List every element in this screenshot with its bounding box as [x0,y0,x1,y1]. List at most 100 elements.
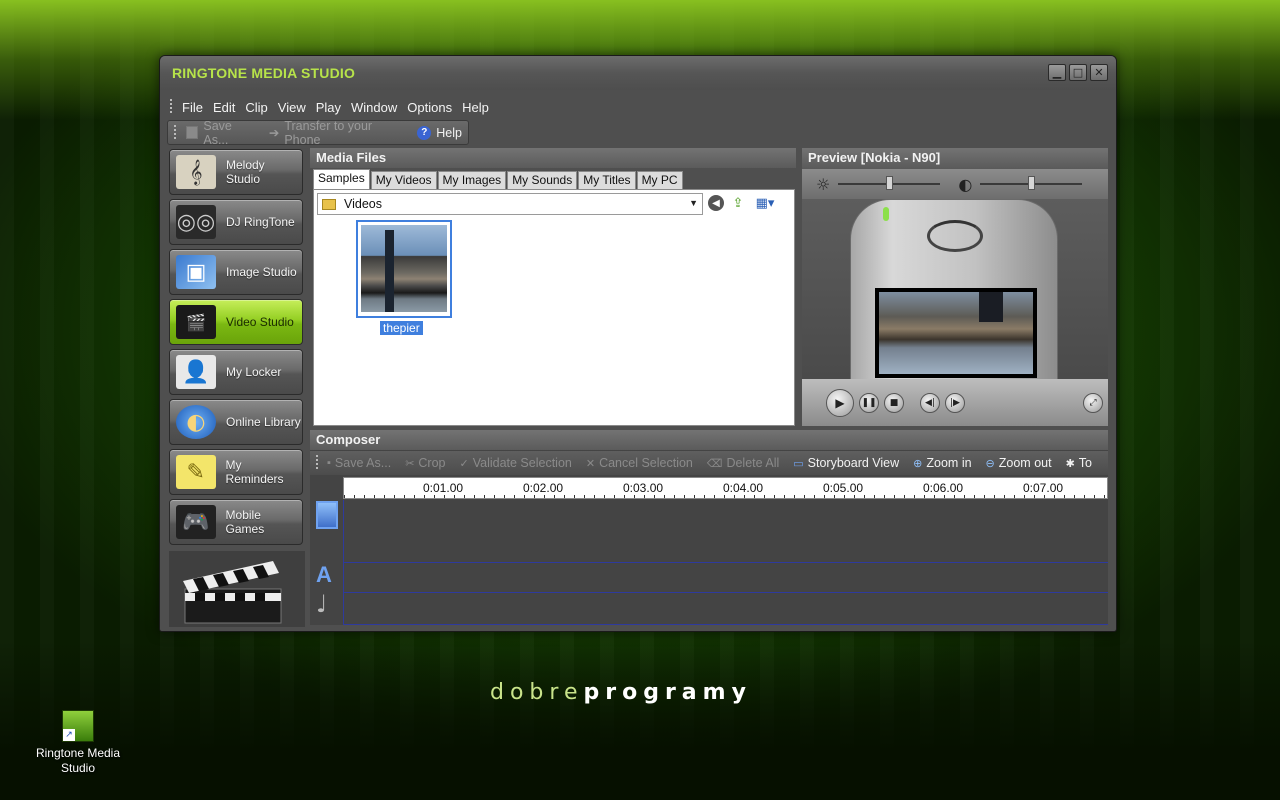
save-as-label: Save As... [203,118,232,147]
text-track[interactable] [343,592,1108,593]
sidebar-item-label: My Locker [226,365,282,379]
folder-dropdown[interactable]: Videos ▼ [317,193,703,215]
cancel-selection-button[interactable]: ✕ Cancel Selection [579,456,700,470]
tab-my-images[interactable]: My Images [437,171,507,189]
next-button[interactable]: |▶ [945,392,965,413]
pause-button[interactable]: ❚❚ [859,392,879,413]
logo-bold: programy [583,680,752,705]
phone-screen [875,288,1037,378]
delete-all-button[interactable]: ⌫ Delete All [700,456,786,470]
help-button[interactable]: ? Help [411,125,468,140]
menu-clip[interactable]: Clip [241,100,273,115]
sidebar-item-video-studio[interactable]: 🎬 Video Studio [169,299,303,345]
sidebar-item-my-locker[interactable]: 👤 My Locker [169,349,303,395]
tab-my-titles[interactable]: My Titles [578,171,636,189]
validate-selection-button[interactable]: ✓ Validate Selection [453,456,579,470]
menu-file[interactable]: File [178,100,209,115]
minimize-button[interactable]: ▁ [1048,64,1066,81]
sidebar-item-image-studio[interactable]: ▣ Image Studio [169,249,303,295]
file-thumbnail-thepier[interactable] [356,220,452,318]
view-mode-icon[interactable]: ▦▾ [752,195,778,211]
tab-my-pc[interactable]: My PC [636,171,683,189]
crop-button[interactable]: ✂ Crop [398,456,452,470]
clapperboard-icon [183,561,282,624]
menu-options[interactable]: Options [403,100,458,115]
folder-up-icon[interactable]: ⇪ [730,195,746,211]
maximize-button[interactable]: □ [1069,64,1087,81]
validate-selection-label: Validate Selection [472,456,572,470]
menu-help[interactable]: Help [458,100,495,115]
menubar-grip[interactable] [170,99,172,115]
composer-toolbar: ▪ Save As... ✂ Crop ✓ Validate Selection ✕ C… [310,451,1108,475]
desktop-shortcut[interactable]: Ringtone Media Studio [30,710,126,776]
tools-icon: ✱ [1065,457,1075,470]
slider-knob[interactable] [1028,176,1036,190]
tab-my-videos[interactable]: My Videos [370,171,437,189]
composer-save-as-button[interactable]: ▪ Save As... [320,456,398,470]
folder-tools: ◀ ⇪ ▦▾ [708,195,778,211]
sidebar-item-dj-ringtone[interactable]: ◎◎ DJ RingTone [169,199,303,245]
video-track-icon [316,501,338,529]
transfer-label: Transfer to your Phone [284,118,373,147]
storyboard-view-button[interactable]: ▭ Storyboard View [786,456,906,470]
studio-sidebar: 𝄞 Melody Studio ◎◎ DJ RingTone ▣ Image S… [169,149,305,549]
sidebar-item-my-reminders[interactable]: ✎ My Reminders [169,449,303,495]
file-name-label[interactable]: thepier [380,321,423,335]
zoom-in-button[interactable]: ⊕ Zoom in [906,456,978,470]
tab-samples[interactable]: Samples [313,169,370,189]
menu-edit[interactable]: Edit [209,100,241,115]
menu-bar: File Edit Clip View Play Window Options … [164,96,495,118]
transfer-button[interactable]: ➔ Transfer to your Phone [263,119,411,147]
fullscreen-button[interactable]: ⤢ [1083,392,1103,413]
brightness-icon: ☼ [816,174,831,194]
sidebar-item-label: My Reminders [225,458,284,486]
timeline-tick: 0:05.00 [823,481,864,495]
music-note-icon: ♩ [316,590,328,618]
timeline-tick: 0:07.00 [1023,481,1064,495]
eraser-icon: ⌫ [706,457,723,470]
tools-button[interactable]: ✱ To [1059,456,1099,470]
zoom-out-label: Zoom out [998,456,1052,470]
timeline-tick: 0:03.00 [623,481,664,495]
menu-view[interactable]: View [274,100,312,115]
app-title: RINGTONE MEDIA STUDIO [172,65,356,81]
title-bar[interactable]: RINGTONE MEDIA STUDIO ▁ □ ✕ [160,56,1116,90]
audio-track[interactable] [343,624,1108,625]
tab-my-sounds[interactable]: My Sounds [507,171,578,189]
contrast-slider[interactable] [980,176,1083,190]
menu-play[interactable]: Play [312,100,347,115]
timeline-tick: 0:02.00 [523,481,564,495]
storyboard-view-label: Storyboard View [807,456,900,470]
window-controls: ▁ □ ✕ [1048,64,1108,81]
toolbar-grip[interactable] [174,124,176,141]
slider-knob[interactable] [886,176,894,190]
gamepad-icon: 🎮 [176,505,216,539]
music-notes-icon: 𝄞 [176,155,216,189]
back-icon[interactable]: ◀ [708,195,724,211]
close-button[interactable]: ✕ [1090,64,1108,81]
contrast-icon: ◐ [958,174,973,194]
menu-window[interactable]: Window [347,100,403,115]
save-as-button[interactable]: Save As... [180,119,263,147]
phone-preview-area [802,199,1108,379]
previous-button[interactable]: ◀| [920,392,940,413]
clapperboard-icon: 🎬 [176,305,216,339]
delete-all-label: Delete All [726,456,780,470]
disk-icon [185,126,199,139]
preview-panel: Preview [Nokia - N90] ☼ ◐ ▶ ❚❚ ■ ◀| |▶ ⤢ [802,148,1108,426]
media-files-panel: Media Files Samples My Videos My Images … [310,148,796,426]
globe-icon: ◐ [176,405,216,439]
composer-toolbar-grip[interactable] [316,455,318,471]
sidebar-item-online-library[interactable]: ◐ Online Library [169,399,303,445]
composer-save-as-label: Save As... [334,456,392,470]
stop-button[interactable]: ■ [884,392,904,413]
video-track[interactable] [343,562,1108,563]
brightness-slider[interactable] [838,176,941,190]
play-button[interactable]: ▶ [826,388,854,417]
media-file-list: Videos ▼ ◀ ⇪ ▦▾ thepier [313,189,795,426]
timeline-ruler[interactable]: 0:01.00 0:02.00 0:03.00 0:04.00 0:05.00 … [343,477,1108,499]
zoom-out-button[interactable]: ⊖ Zoom out [979,456,1059,470]
phone-image [850,199,1058,379]
sidebar-item-melody-studio[interactable]: 𝄞 Melody Studio [169,149,303,195]
sidebar-item-mobile-games[interactable]: 🎮 Mobile Games [169,499,303,545]
